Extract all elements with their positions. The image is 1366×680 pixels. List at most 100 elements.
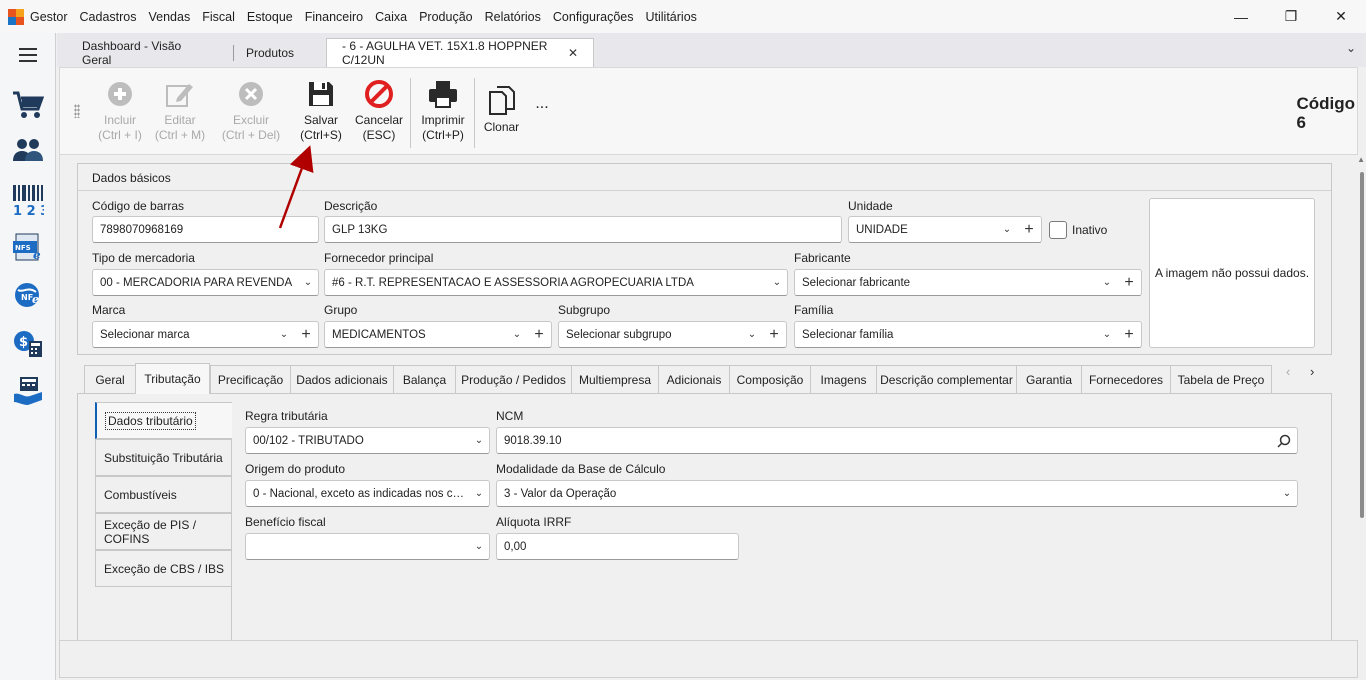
subtab-combustiveis[interactable]: Combustíveis [95,476,232,513]
marca-select[interactable]: Selecionar marca ⌄ + [92,321,319,348]
doc-tab-produto-6[interactable]: - 6 - AGULHA VET. 15X1.8 HOPPNER C/12UN … [326,38,594,67]
tabs-prev-icon[interactable]: ‹ [1286,364,1290,379]
tab-composicao[interactable]: Composição [729,365,811,393]
menu-estoque[interactable]: Estoque [241,10,299,24]
close-button[interactable]: ✕ [1316,0,1366,33]
nfse-icon[interactable]: NFS e [10,230,46,266]
add-subgrupo-icon[interactable]: + [762,326,786,344]
doc-tab-dashboard[interactable]: Dashboard - Visão Geral [57,38,234,67]
vertical-scrollbar[interactable]: ▲ [1356,155,1366,640]
subgrupo-select[interactable]: Selecionar subgrupo ⌄ + [558,321,787,348]
grupo-select[interactable]: MEDICAMENTOS ⌄ + [324,321,552,348]
barcode-icon[interactable]: 1 2 3 [10,182,46,218]
subtab-substituicao[interactable]: Substituição Tributária [95,439,232,476]
menu-producao[interactable]: Produção [413,10,479,24]
unidade-select[interactable]: UNIDADE ⌄ + [848,216,1042,243]
nfe-icon[interactable]: NF e [10,277,46,313]
menu-vendas[interactable]: Vendas [143,10,197,24]
add-fabricante-icon[interactable]: + [1117,274,1141,292]
tab-producao-pedidos[interactable]: Produção / Pedidos [455,365,572,393]
inativo-checkbox[interactable] [1049,221,1067,239]
menu-fiscal[interactable]: Fiscal [196,10,241,24]
add-familia-icon[interactable]: + [1117,326,1141,344]
editar-button[interactable]: Editar (Ctrl + M) [151,78,209,148]
svg-text:1 2 3: 1 2 3 [13,204,44,216]
app-name[interactable]: Gestor [24,10,74,24]
codigo-barras-input[interactable]: 7898070968169 [92,216,319,243]
chevron-down-icon[interactable]: ⌄ [997,224,1017,235]
people-icon[interactable] [10,132,46,168]
cancelar-button[interactable]: Cancelar (ESC) [353,78,405,148]
chevron-down-icon[interactable]: ⌄ [469,541,489,552]
chevron-down-icon[interactable]: ⌄ [274,329,294,340]
chevron-down-icon[interactable]: ⌄ [1346,41,1356,55]
tabs-next-icon[interactable]: › [1310,364,1314,379]
add-grupo-icon[interactable]: + [527,326,551,344]
search-icon[interactable] [1271,434,1297,448]
chevron-down-icon[interactable]: ⌄ [1097,277,1117,288]
chevron-down-icon[interactable]: ⌄ [742,329,762,340]
tab-descricao-complementar[interactable]: Descrição complementar [876,365,1017,393]
tab-fornecedores[interactable]: Fornecedores [1081,365,1171,393]
tab-imagens[interactable]: Imagens [810,365,877,393]
salvar-button[interactable]: Salvar (Ctrl+S) [296,78,346,148]
scroll-up-icon[interactable]: ▲ [1357,155,1365,164]
add-unidade-icon[interactable]: + [1017,221,1041,239]
toolbar-grip-icon[interactable] [74,104,80,118]
close-tab-icon[interactable]: ✕ [568,46,578,60]
tab-tabela-preco[interactable]: Tabela de Preço [1170,365,1272,393]
tab-tributacao[interactable]: Tributação [135,363,210,394]
cash-register-icon[interactable] [10,372,46,408]
finance-icon[interactable]: $ [10,325,46,361]
menu-utilitarios[interactable]: Utilitários [640,10,703,24]
tab-adicionais[interactable]: Adicionais [658,365,730,393]
menu-icon[interactable] [10,37,46,73]
subtab-dados-tributario[interactable]: Dados tributário [95,402,232,439]
menu-configuracoes[interactable]: Configurações [547,10,640,24]
clonar-button[interactable]: Clonar [479,85,524,155]
tab-garantia[interactable]: Garantia [1016,365,1082,393]
tab-multiempresa[interactable]: Multiempresa [571,365,659,393]
scroll-thumb[interactable] [1360,172,1364,518]
fabricante-select[interactable]: Selecionar fabricante ⌄ + [794,269,1142,296]
familia-select[interactable]: Selecionar família ⌄ + [794,321,1142,348]
modalidade-select[interactable]: 3 - Valor da Operação ⌄ [496,480,1298,507]
add-marca-icon[interactable]: + [294,326,318,344]
menu-cadastros[interactable]: Cadastros [74,10,143,24]
chevron-down-icon[interactable]: ⌄ [298,277,318,288]
chevron-down-icon[interactable]: ⌄ [469,488,489,499]
tab-geral[interactable]: Geral [84,365,136,393]
chevron-down-icon[interactable]: ⌄ [1277,488,1297,499]
origem-select[interactable]: 0 - Nacional, exceto as indicadas nos có… [245,480,490,507]
minimize-button[interactable]: — [1216,0,1266,33]
descricao-input[interactable]: GLP 13KG [324,216,842,243]
subtab-excecao-cbs-ibs[interactable]: Exceção de CBS / IBS [95,550,232,587]
product-image-placeholder[interactable]: A imagem não possui dados. [1149,198,1315,348]
beneficio-select[interactable]: ⌄ [245,533,490,560]
restore-button[interactable]: ❐ [1266,0,1316,33]
imprimir-button[interactable]: Imprimir (Ctrl+P) [416,78,470,148]
fornecedor-select[interactable]: #6 - R.T. REPRESENTACAO E ASSESSORIA AGR… [324,269,788,296]
excluir-label: Excluir [232,113,269,127]
doc-tab-produtos[interactable]: Produtos [234,38,326,67]
regra-select[interactable]: 00/102 - TRIBUTADO ⌄ [245,427,490,454]
chevron-down-icon[interactable]: ⌄ [767,277,787,288]
familia-label: Família [794,303,834,317]
menu-relatorios[interactable]: Relatórios [479,10,547,24]
ncm-input[interactable]: 9018.39.10 [496,427,1298,454]
aliquota-irrf-input[interactable]: 0,00 [496,533,739,560]
chevron-down-icon[interactable]: ⌄ [469,435,489,446]
menu-caixa[interactable]: Caixa [369,10,413,24]
incluir-button[interactable]: Incluir (Ctrl + I) [95,78,145,148]
cart-icon[interactable] [10,87,46,123]
tab-precificacao[interactable]: Precificação [210,365,291,393]
codigo-value: 6 [1296,113,1306,132]
menu-financeiro[interactable]: Financeiro [299,10,369,24]
chevron-down-icon[interactable]: ⌄ [1097,329,1117,340]
tab-balanca[interactable]: Balança [393,365,456,393]
chevron-down-icon[interactable]: ⌄ [507,329,527,340]
tab-dados-adicionais[interactable]: Dados adicionais [290,365,394,393]
subtab-excecao-pis-cofins[interactable]: Exceção de PIS / COFINS [95,513,232,550]
excluir-button[interactable]: Excluir (Ctrl + Del) [219,78,283,148]
tipo-mercadoria-select[interactable]: 00 - MERCADORIA PARA REVENDA ⌄ [92,269,319,296]
